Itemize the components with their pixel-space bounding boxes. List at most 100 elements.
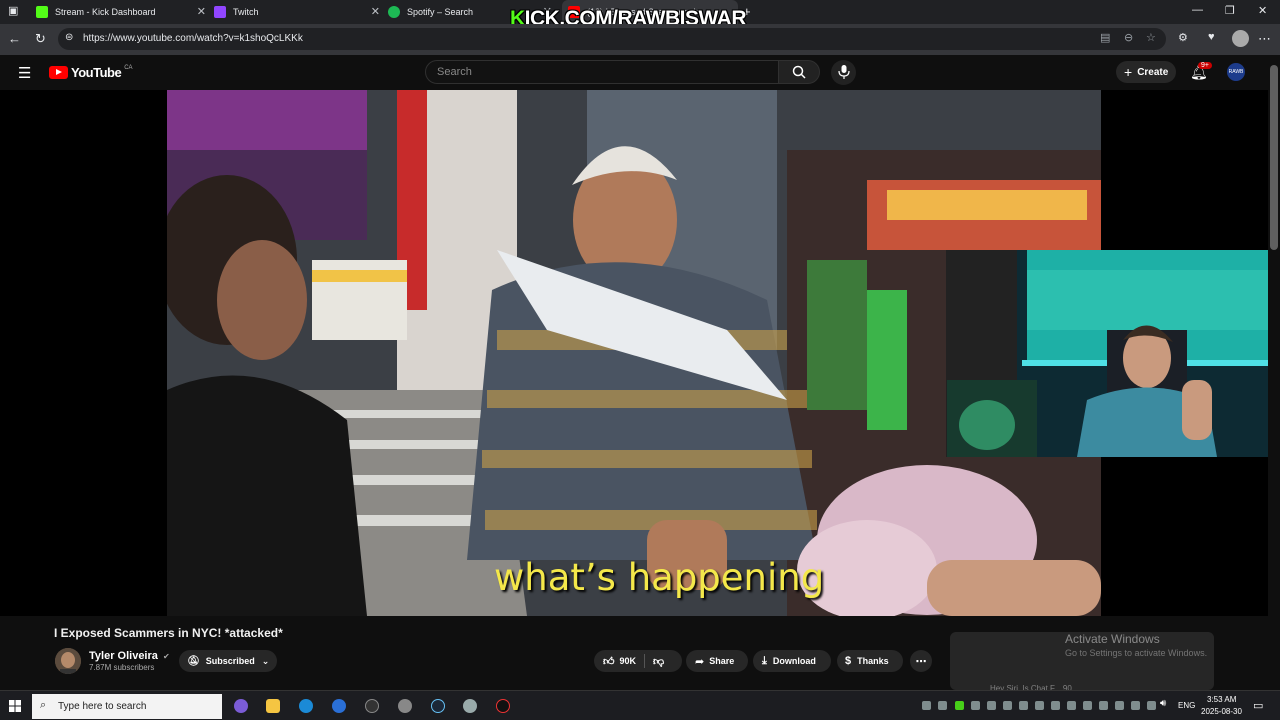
tray-icon[interactable] [1035,701,1044,710]
close-window-icon[interactable]: ✕ [1258,4,1267,17]
account-avatar[interactable]: RAWB [1227,63,1245,81]
favorite-star-icon[interactable]: ☆ [1146,31,1156,44]
url-box[interactable]: ⊜ https://www.youtube.com/watch?v=k1shoQ… [58,28,1166,50]
browser-essentials-icon[interactable]: ♥ [1208,31,1215,43]
scrollbar-thumb[interactable] [1270,65,1278,250]
tray-icon[interactable] [987,701,996,710]
notification-center-icon[interactable]: ▭ [1253,699,1263,712]
tray-icon[interactable] [922,701,931,710]
app-icon[interactable] [496,699,510,713]
like-count[interactable]: 90K [620,656,637,666]
address-bar: ← ↻ ⊜ https://www.youtube.com/watch?v=k1… [0,24,1280,55]
tray-icon[interactable] [938,701,947,710]
youtube-play-icon [49,66,68,79]
tray-icon[interactable] [1019,701,1028,710]
hamburger-menu-icon[interactable]: ☰ [18,64,31,82]
region-code: CA [124,64,133,71]
minimize-icon[interactable]: — [1192,4,1203,16]
tray-icon[interactable] [1115,701,1124,710]
reload-icon[interactable]: ↻ [35,31,46,47]
tray-icon[interactable] [1083,701,1092,710]
extensions-icon[interactable]: ⚙ [1178,31,1188,44]
close-icon[interactable]: ✕ [371,5,380,18]
tray-icon[interactable] [971,701,980,710]
verified-check-icon: ✔ [162,652,170,661]
share-icon: ➦ [695,655,705,668]
download-button[interactable]: ⤓ Download [753,650,831,672]
app-icon[interactable] [463,699,477,713]
windows-taskbar: ⌕ Type here to search 🔊︎ ENG 3:53 AM 202… [0,690,1280,720]
tray-icon[interactable] [1003,701,1012,710]
file-explorer-icon[interactable] [266,699,280,713]
taskbar-search-input[interactable]: ⌕ Type here to search [32,694,222,719]
zoom-icon[interactable]: ⊖ [1124,31,1133,44]
like-dislike-group: 👍︎ 90K 👎︎ [594,650,682,672]
search-icon [792,65,806,79]
more-menu-icon[interactable]: ⋯ [1258,31,1271,47]
subscribed-button[interactable]: 🔕︎ Subscribed ⌄ [179,650,277,672]
url-text[interactable]: https://www.youtube.com/watch?v=k1shoQcL… [83,33,303,44]
copilot-app-icon[interactable] [234,699,248,713]
tray-icon[interactable] [1099,701,1108,710]
channel-avatar-image [55,648,81,674]
share-label: Share [709,656,735,666]
youtube-logo[interactable]: YouTube CA [49,65,133,80]
search-icon: ⌕ [40,699,47,711]
maximize-icon[interactable]: ❐ [1225,4,1235,17]
create-label: Create [1137,66,1169,78]
tab-twitch[interactable]: Twitch ✕ [214,0,380,24]
obs-icon[interactable] [365,699,379,713]
thanks-button[interactable]: $ Thanks [837,650,903,672]
like-icon[interactable]: 👍︎ [603,655,615,668]
channel-name-text: Tyler Oliveira [89,650,158,662]
channel-avatar[interactable] [55,648,81,674]
dislike-icon[interactable]: 👎︎ [653,655,664,668]
page-scrollbar[interactable] [1268,55,1280,690]
network-icon[interactable] [1147,701,1156,710]
video-caption: what’s happening [494,556,825,599]
thanks-dollar-icon: $ [845,655,852,667]
subscribed-label: Subscribed [205,656,255,666]
tab-label: Twitch [233,7,259,17]
volume-icon[interactable]: 🔊︎ [1160,698,1166,709]
chevron-down-icon: ⌄ [261,655,270,666]
edge-browser-icon[interactable] [299,699,313,713]
download-icon: ⤓ [762,654,767,667]
voice-search-button[interactable] [831,60,856,85]
search-placeholder: Search [437,66,472,78]
notifications-badge: 9+ [1198,62,1212,69]
search-input[interactable]: Search [425,60,779,84]
tab-actions-icon[interactable]: ▣ [8,4,18,17]
profile-avatar[interactable] [1232,30,1249,47]
bell-off-icon: 🔕︎ [187,655,200,667]
steam-icon[interactable] [431,699,445,713]
more-actions-button[interactable]: ⋯ [910,650,932,672]
avatar-text: RAWB [1228,69,1244,75]
windows-start-icon[interactable] [9,700,21,712]
channel-name[interactable]: Tyler Oliveira ✔ [89,650,170,662]
kick-favicon-icon [36,6,48,18]
taskbar-clock-time[interactable]: 3:53 AM [1207,695,1236,704]
settings-gear-icon[interactable] [398,699,412,713]
activate-windows-subtitle: Go to Settings to activate Windows. [1065,648,1208,658]
input-language[interactable]: ENG [1178,701,1195,710]
tray-icon[interactable] [955,701,964,710]
tab-kick-dashboard[interactable]: Stream - Kick Dashboard ✕ [36,0,206,24]
share-button[interactable]: ➦ Share [686,650,748,672]
youtube-logo-text: YouTube [71,65,122,80]
twitch-favicon-icon [214,6,226,18]
site-info-icon[interactable]: ⊜ [65,32,73,43]
teamviewer-icon[interactable] [332,699,346,713]
tray-icon[interactable] [1067,701,1076,710]
taskbar-clock-date[interactable]: 2025-08-30 [1201,707,1242,716]
webcam-image [947,250,1280,457]
close-icon[interactable]: ✕ [197,5,206,18]
thanks-label: Thanks [857,656,889,666]
back-icon[interactable]: ← [8,31,21,46]
tray-icon[interactable] [1131,701,1140,710]
youtube-header: ☰ YouTube CA Search + Create 🔔︎ 9+ RAWB [0,55,1268,90]
reader-icon[interactable]: ▤ [1100,31,1110,44]
tray-icon[interactable] [1051,701,1060,710]
search-button[interactable] [778,60,820,84]
create-button[interactable]: + Create [1116,61,1176,83]
